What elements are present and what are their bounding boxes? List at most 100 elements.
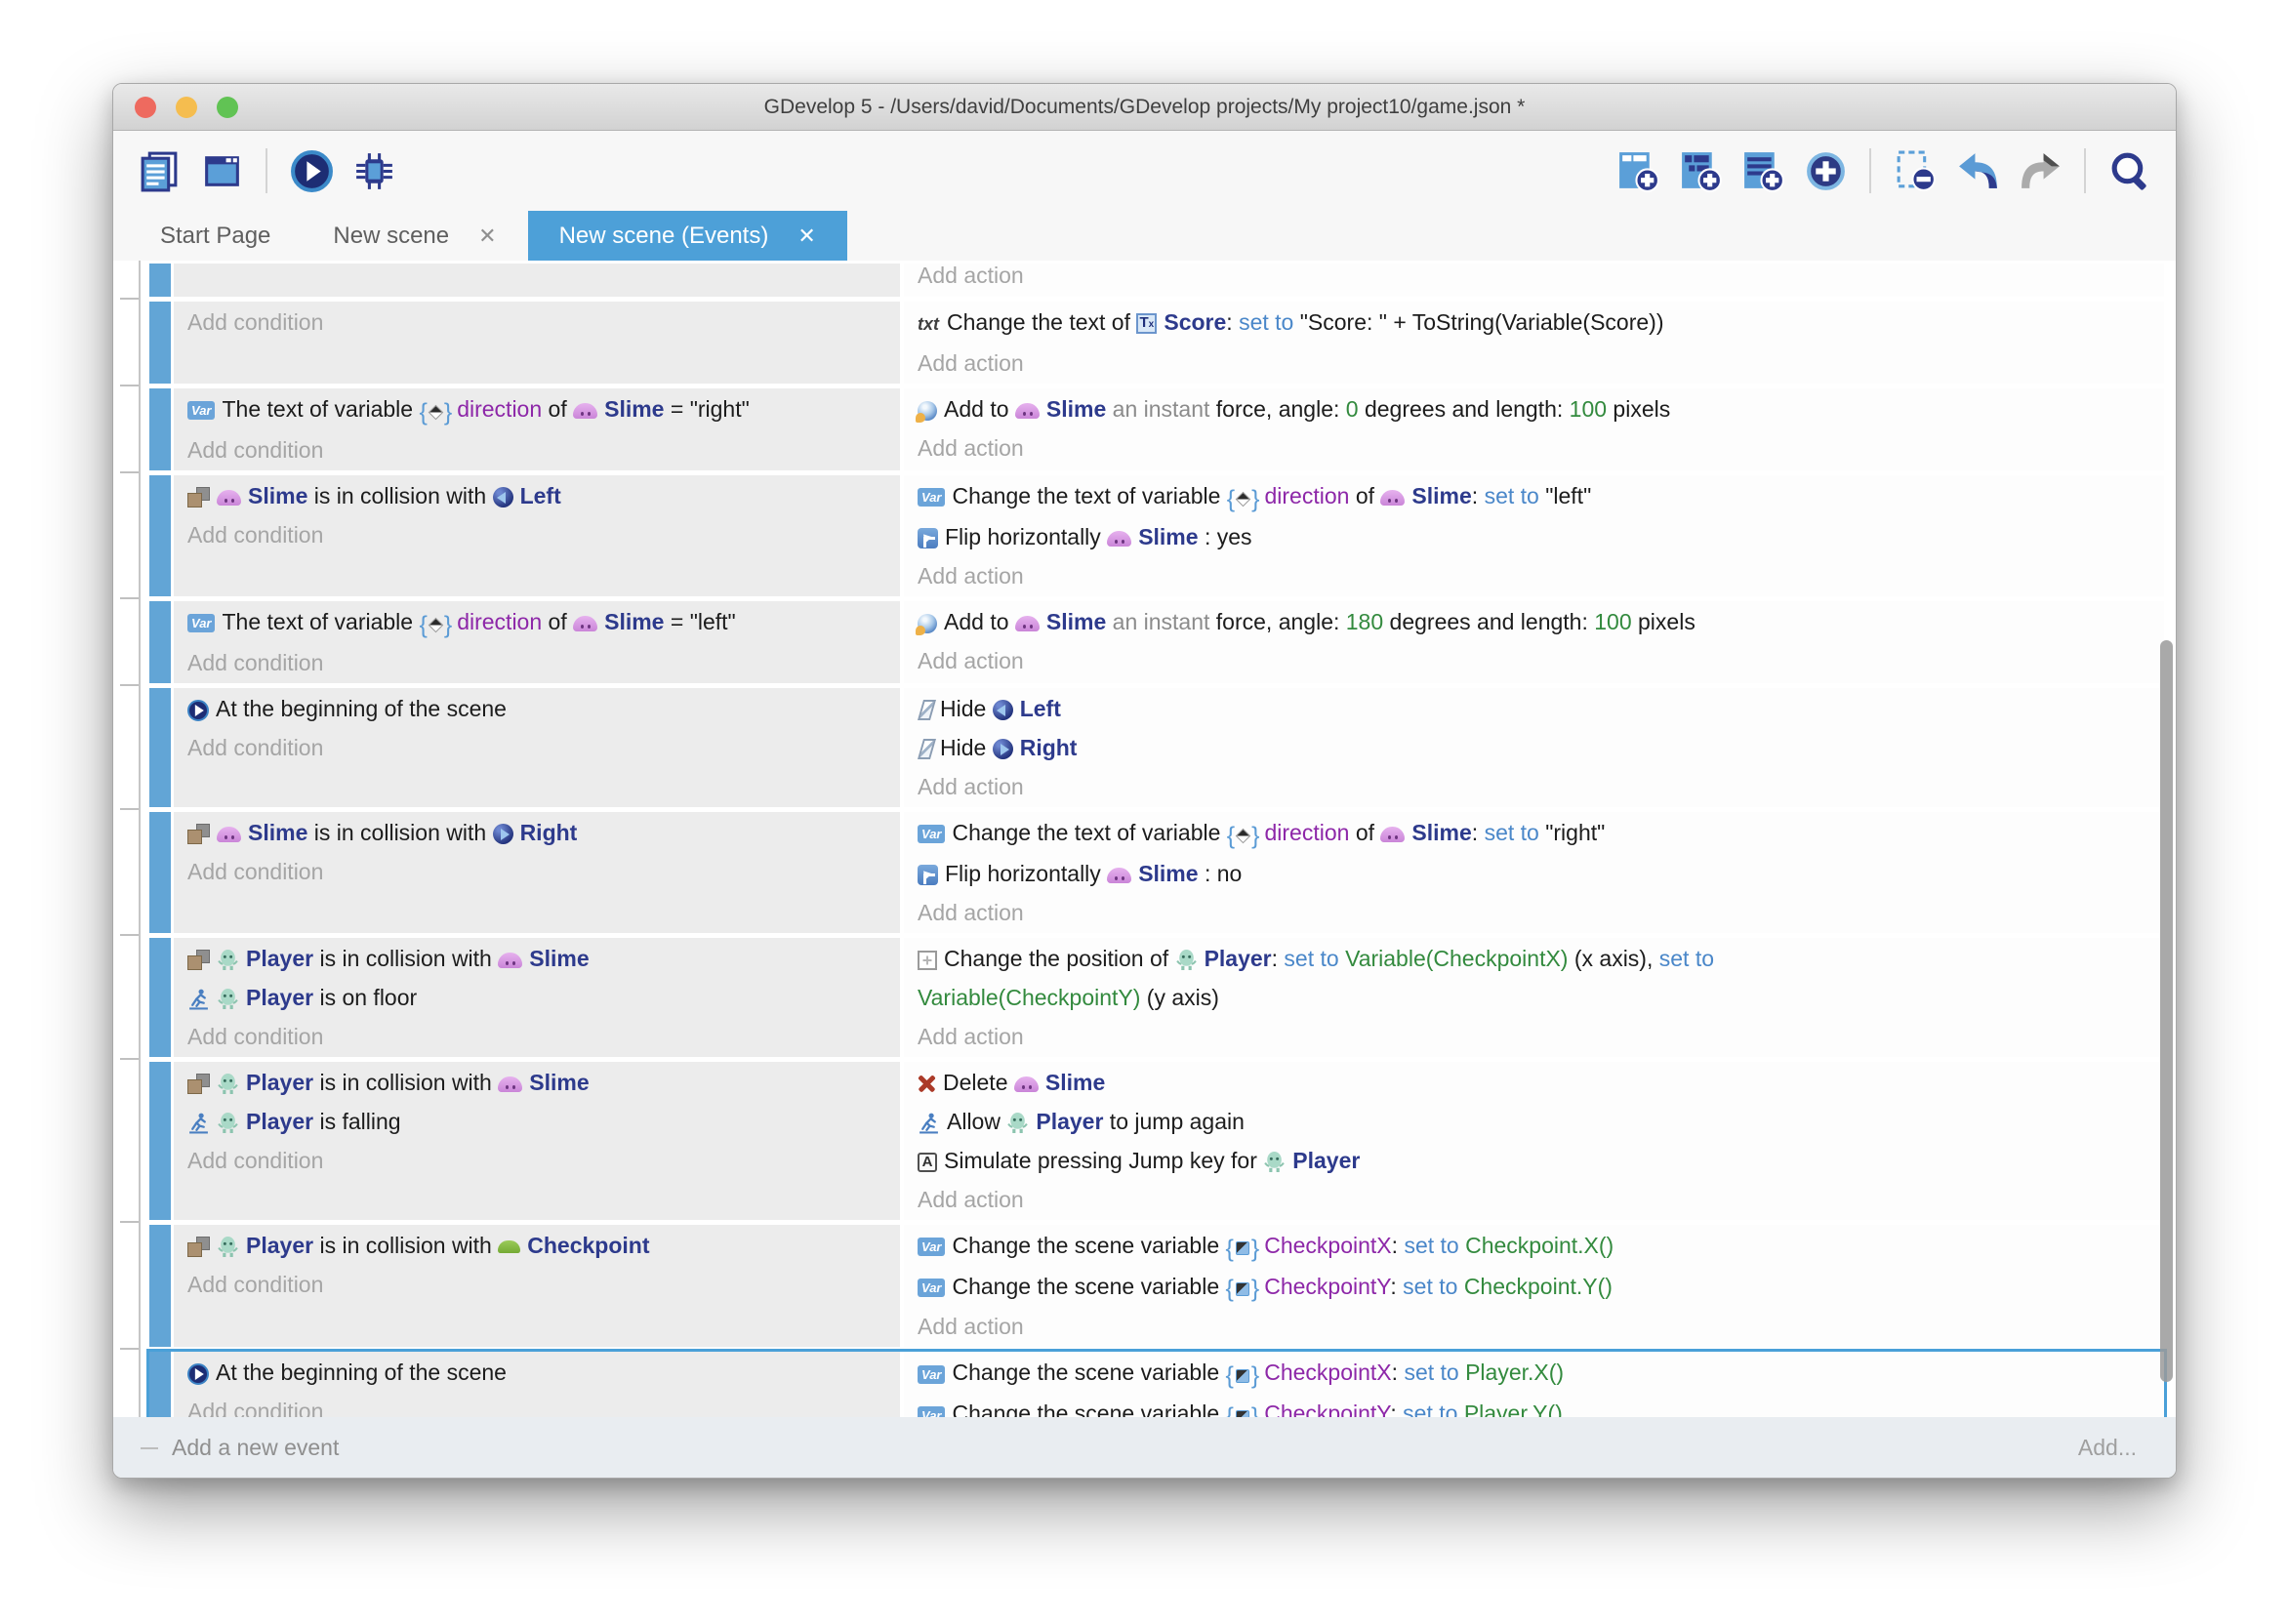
add-subevent-button[interactable] <box>1672 142 1729 199</box>
tab-close-icon[interactable]: ✕ <box>478 223 496 249</box>
add-condition-button[interactable]: Add condition <box>187 1017 886 1056</box>
slime-object-icon <box>217 490 241 506</box>
conditions-cell: Player is in collision with SlimePlayer … <box>174 1062 900 1220</box>
event-row[interactable]: VarThe text of variable {}direction of S… <box>149 388 2164 470</box>
action-line[interactable]: VarChange the text of variable {}directi… <box>918 813 2150 854</box>
add-condition-button[interactable]: Add condition <box>187 643 886 682</box>
action-line[interactable]: Change the position of Player: set to Va… <box>918 939 2150 1017</box>
action-line[interactable]: Add to Slime an instant force, angle: 18… <box>918 602 2150 641</box>
event-selection-bar[interactable] <box>149 388 171 470</box>
event-row[interactable]: Add action <box>149 264 2164 297</box>
add-action-button[interactable]: Add action <box>918 767 2150 806</box>
add-action-button[interactable]: Add action <box>918 556 2150 595</box>
condition-line[interactable]: Player is in collision with Checkpoint <box>187 1226 886 1265</box>
minimize-window-button[interactable] <box>176 97 197 118</box>
scene-variable-icon: {} <box>1226 1228 1260 1267</box>
event-row[interactable]: Player is in collision with CheckpointAd… <box>149 1225 2164 1348</box>
condition-line[interactable]: Player is falling <box>187 1102 886 1141</box>
condition-line[interactable]: At the beginning of the scene <box>187 689 886 728</box>
project-manager-button[interactable] <box>131 142 187 199</box>
add-action-button[interactable]: Add action <box>918 1180 2150 1219</box>
add-event-button[interactable] <box>1610 142 1666 199</box>
add-comment-button[interactable] <box>1735 142 1791 199</box>
add-new-button[interactable] <box>1797 142 1854 199</box>
add-condition-button[interactable]: Add condition <box>187 303 886 342</box>
action-line[interactable]: ASimulate pressing Jump key for Player <box>918 1141 2150 1180</box>
event-row[interactable]: Player is in collision with SlimePlayer … <box>149 938 2164 1057</box>
event-selection-bar[interactable] <box>149 264 171 297</box>
action-line[interactable]: Hide Right <box>918 728 2150 767</box>
event-row[interactable]: Add condition txtChange the text of TxSco… <box>149 302 2164 384</box>
tab-start-page[interactable]: Start Page <box>129 211 302 261</box>
event-selection-bar[interactable] <box>149 601 171 683</box>
condition-line[interactable]: VarThe text of variable {}direction of S… <box>187 389 886 430</box>
add-condition-button[interactable]: Add condition <box>187 852 886 891</box>
action-line[interactable]: Flip horizontally Slime : no <box>918 854 2150 893</box>
add-action-button[interactable]: Add action <box>918 1017 2150 1056</box>
action-line[interactable]: VarChange the scene variable {}Checkpoin… <box>918 1394 2150 1417</box>
action-line[interactable]: txtChange the text of TxScore: set to "S… <box>918 303 2150 344</box>
add-action-button[interactable]: Add action <box>918 1307 2150 1346</box>
add-new-event-button[interactable]: Add a new event <box>141 1435 339 1461</box>
add-action-button[interactable]: Add action <box>918 264 2150 295</box>
action-line[interactable]: Delete Slime <box>918 1063 2150 1102</box>
condition-line[interactable]: Player is in collision with Slime <box>187 939 886 978</box>
play-button[interactable] <box>283 142 340 199</box>
scene-editor-button[interactable] <box>193 142 250 199</box>
condition-line[interactable]: Slime is in collision with Left <box>187 476 886 515</box>
action-line[interactable]: VarChange the scene variable {}Checkpoin… <box>918 1226 2150 1267</box>
condition-line[interactable]: Slime is in collision with Right <box>187 813 886 852</box>
debug-button[interactable] <box>346 142 402 199</box>
event-row[interactable]: At the beginning of the sceneAdd conditi… <box>149 1352 2164 1417</box>
action-line[interactable]: VarChange the text of variable {}directi… <box>918 476 2150 517</box>
remove-selection-button[interactable] <box>1887 142 1943 199</box>
tab-new-scene[interactable]: New scene✕ <box>302 211 527 261</box>
add-action-button[interactable]: Add action <box>918 428 2150 467</box>
event-row[interactable]: At the beginning of the sceneAdd conditi… <box>149 688 2164 807</box>
action-line[interactable]: VarChange the scene variable {}Checkpoin… <box>918 1267 2150 1308</box>
add-condition-button[interactable]: Add condition <box>187 1392 886 1417</box>
flip-icon <box>918 865 938 885</box>
add-condition-button[interactable]: Add condition <box>187 728 886 767</box>
event-selection-bar[interactable] <box>149 1225 171 1348</box>
tab-label: Start Page <box>160 223 270 250</box>
zoom-window-button[interactable] <box>217 97 238 118</box>
vertical-scrollbar[interactable] <box>2160 640 2173 1382</box>
close-window-button[interactable] <box>135 97 156 118</box>
event-selection-bar[interactable] <box>149 938 171 1057</box>
add-more-button[interactable]: Add... <box>2078 1435 2137 1461</box>
condition-line[interactable]: Player is in collision with Slime <box>187 1063 886 1102</box>
event-selection-bar[interactable] <box>149 812 171 933</box>
slime-object-icon <box>1015 616 1040 631</box>
tab-close-icon[interactable]: ✕ <box>797 223 815 249</box>
action-line[interactable]: VarChange the scene variable {}Checkpoin… <box>918 1353 2150 1394</box>
add-condition-button[interactable]: Add condition <box>187 1265 886 1304</box>
action-line[interactable]: Add to Slime an instant force, angle: 0 … <box>918 389 2150 428</box>
event-row[interactable]: Slime is in collision with RightAdd cond… <box>149 812 2164 933</box>
add-action-button[interactable]: Add action <box>918 344 2150 383</box>
event-selection-bar[interactable] <box>149 1062 171 1220</box>
add-condition-button[interactable]: Add condition <box>187 1141 886 1180</box>
condition-line[interactable]: VarThe text of variable {}direction of S… <box>187 602 886 643</box>
event-selection-bar[interactable] <box>149 302 171 384</box>
search-button[interactable] <box>2102 142 2158 199</box>
event-row[interactable]: VarThe text of variable {}direction of S… <box>149 601 2164 683</box>
event-row[interactable]: Player is in collision with SlimePlayer … <box>149 1062 2164 1220</box>
flip-icon <box>918 528 938 548</box>
redo-button[interactable] <box>2012 142 2068 199</box>
add-condition-button[interactable]: Add condition <box>187 515 886 554</box>
add-action-button[interactable]: Add action <box>918 893 2150 932</box>
action-line[interactable]: Hide Left <box>918 689 2150 728</box>
condition-line[interactable]: At the beginning of the scene <box>187 1353 886 1392</box>
event-selection-bar[interactable] <box>149 475 171 596</box>
event-selection-bar[interactable] <box>149 688 171 807</box>
event-row[interactable]: Slime is in collision with LeftAdd condi… <box>149 475 2164 596</box>
action-line[interactable]: Flip horizontally Slime : yes <box>918 517 2150 556</box>
condition-line[interactable]: Player is on floor <box>187 978 886 1017</box>
add-condition-button[interactable]: Add condition <box>187 430 886 469</box>
tab-new-scene-events[interactable]: New scene (Events)✕ <box>528 211 847 261</box>
action-line[interactable]: Allow Player to jump again <box>918 1102 2150 1141</box>
event-selection-bar[interactable] <box>149 1352 171 1417</box>
add-action-button[interactable]: Add action <box>918 641 2150 680</box>
undo-button[interactable] <box>1949 142 2006 199</box>
